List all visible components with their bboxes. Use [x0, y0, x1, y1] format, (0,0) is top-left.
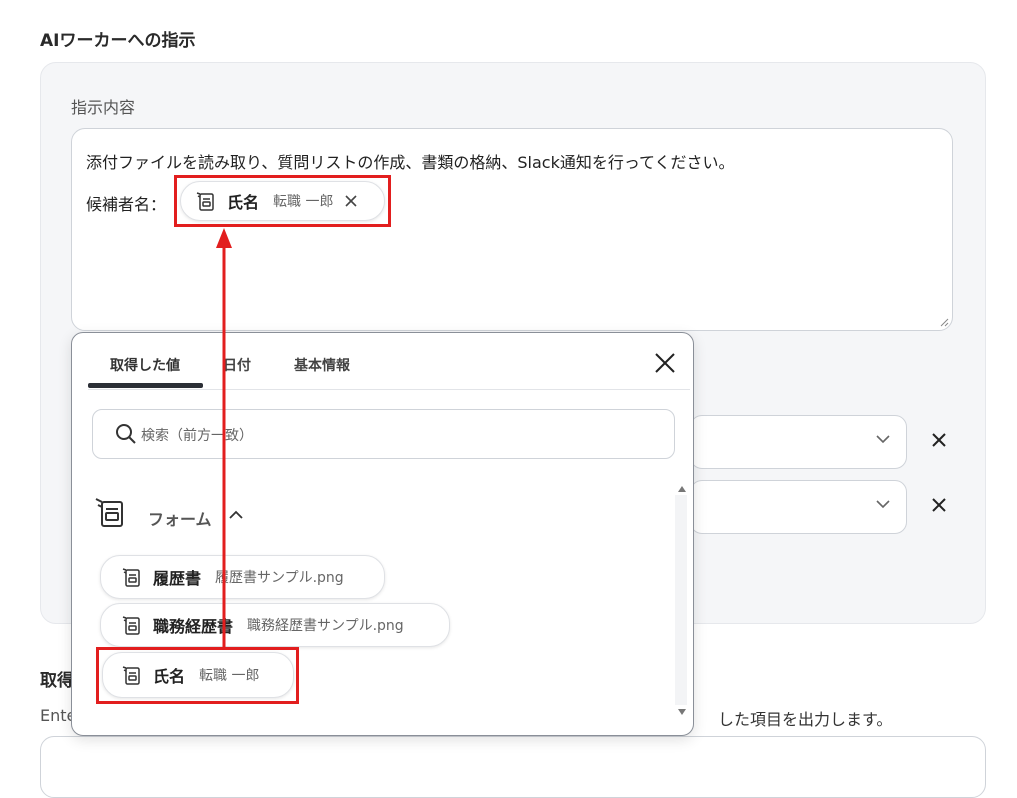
active-tab-indicator [88, 383, 203, 388]
chevron-down-icon [876, 500, 890, 509]
search-input[interactable]: 検索（前方一致） [92, 409, 675, 459]
chevron-up-icon[interactable] [229, 510, 243, 520]
candidate-label: 候補者名： [86, 195, 167, 214]
lower-section-title: 取得 [40, 671, 74, 691]
scroll-down-icon[interactable] [678, 709, 686, 715]
resize-grip-icon[interactable] [939, 317, 949, 327]
search-icon [116, 424, 136, 444]
group-label[interactable]: フォーム [148, 506, 212, 530]
highlight-box-top [174, 175, 391, 227]
item-value: 履歴書サンプル.png [215, 570, 344, 586]
scrollbar-track[interactable] [675, 495, 687, 705]
item-name: 履歴書 [153, 569, 202, 588]
list-item[interactable]: 履歴書 履歴書サンプル.png [100, 555, 385, 599]
instruction-textarea[interactable]: 添付ファイルを読み取り、質問リストの作成、書類の格納、Slack通知を行ってくだ… [71, 128, 953, 331]
tab-basic-info[interactable]: 基本情報 [294, 355, 350, 375]
highlight-box-bottom [96, 647, 299, 704]
chevron-down-icon [876, 435, 890, 444]
list-item[interactable]: 職務経歴書 職務経歴書サンプル.png [100, 603, 450, 647]
close-icon[interactable] [654, 352, 676, 374]
search-placeholder: 検索（前方一致） [141, 428, 253, 444]
background-select-1[interactable] [690, 415, 907, 469]
tab-date[interactable]: 日付 [223, 355, 251, 375]
form-group-icon [95, 498, 123, 527]
background-select-2[interactable] [690, 480, 907, 534]
lower-input-box[interactable] [40, 736, 986, 798]
popup-tabs: 取得した値 日付 基本情報 [88, 333, 690, 390]
form-field-icon [121, 566, 143, 588]
remove-row-icon[interactable] [931, 432, 947, 448]
lower-description-tail: した項目を出力します。 [718, 710, 893, 729]
instruction-text: 添付ファイルを読み取り、質問リストの作成、書類の格納、Slack通知を行ってくだ… [86, 153, 735, 172]
instruction-label: 指示内容 [71, 98, 136, 117]
scroll-up-icon[interactable] [678, 486, 686, 492]
item-name: 職務経歴書 [153, 617, 234, 636]
section-title: AIワーカーへの指示 [40, 31, 196, 51]
form-field-icon [121, 614, 143, 636]
remove-row-icon[interactable] [931, 497, 947, 513]
item-value: 職務経歴書サンプル.png [247, 618, 404, 634]
tab-acquired-values[interactable]: 取得した値 [110, 355, 180, 375]
